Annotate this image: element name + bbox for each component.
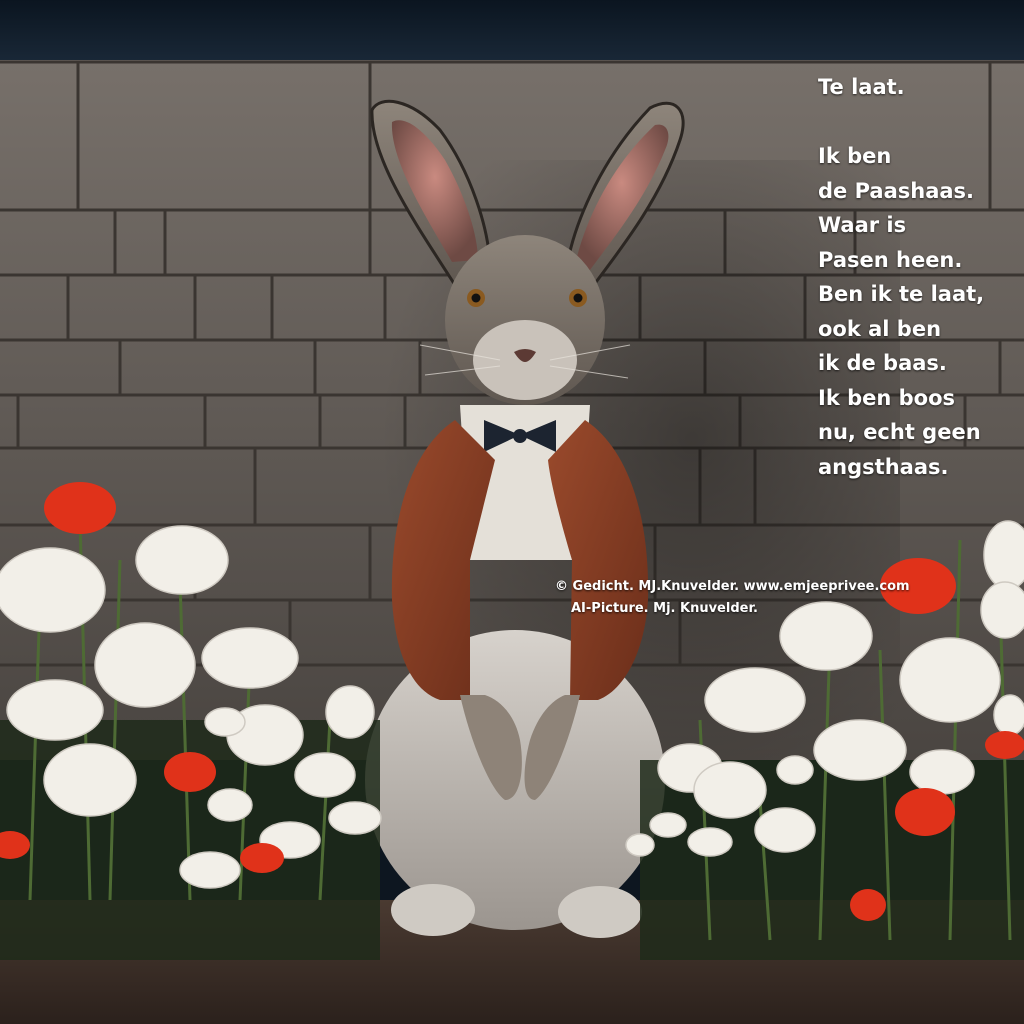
- poem-line: Pasen heen.: [818, 247, 963, 272]
- white-poppy: [813, 719, 907, 781]
- white-poppy: [328, 801, 382, 835]
- red-poppy: [240, 843, 284, 873]
- copyright-credit: © Gedicht. MJ.Knuvelder. www.emjeeprivee…: [555, 579, 910, 594]
- white-poppy: [754, 807, 816, 853]
- right-foot: [558, 886, 642, 938]
- poem-line: Ik ben: [818, 144, 892, 168]
- white-poppy: [43, 743, 137, 817]
- left-foot: [391, 884, 475, 936]
- white-poppy: [899, 637, 1001, 723]
- white-poppy: [779, 601, 873, 671]
- white-poppy: [693, 761, 767, 819]
- stanza-gap: [818, 105, 1018, 140]
- white-poppy: [625, 833, 655, 857]
- poem: Te laat. Ik ben de Paashaas. Waar is Pas…: [818, 70, 1018, 484]
- white-poppy: [649, 812, 687, 838]
- poem-line: de Paashaas.: [818, 178, 975, 203]
- poem-line: angsthaas.: [818, 454, 949, 479]
- poem-line: Ik ben boos: [818, 385, 956, 410]
- white-poppy: [980, 581, 1024, 639]
- red-poppy: [985, 731, 1024, 759]
- white-poppy: [135, 525, 229, 595]
- white-poppy: [201, 627, 299, 689]
- white-poppy: [325, 685, 375, 739]
- white-poppy: [687, 827, 733, 857]
- white-poppy: [776, 755, 814, 785]
- white-poppy: [993, 694, 1024, 736]
- poem-line: Ben ik te laat,: [818, 282, 985, 306]
- white-poppy: [207, 788, 253, 822]
- white-poppy: [179, 851, 241, 889]
- night-sky: [0, 0, 1024, 70]
- white-poppy: [0, 547, 106, 633]
- white-poppy: [204, 707, 246, 737]
- white-poppy: [6, 679, 104, 741]
- red-poppy: [850, 889, 886, 921]
- white-poppy: [704, 667, 806, 733]
- red-poppy: [895, 788, 955, 836]
- red-poppy: [44, 482, 116, 534]
- white-poppy: [94, 622, 196, 708]
- white-poppy: [983, 520, 1024, 590]
- poem-title: Te laat.: [818, 75, 905, 99]
- white-poppy: [909, 749, 975, 795]
- poem-line: Waar is: [818, 213, 907, 237]
- white-poppy: [294, 752, 356, 798]
- red-poppy: [164, 752, 216, 792]
- poem-line: nu, echt geen: [818, 420, 981, 444]
- picture-credit: AI-Picture. Mj. Knuvelder.: [571, 601, 758, 616]
- poem-line: ook al ben: [818, 316, 942, 341]
- poem-line: ik de baas.: [818, 351, 947, 375]
